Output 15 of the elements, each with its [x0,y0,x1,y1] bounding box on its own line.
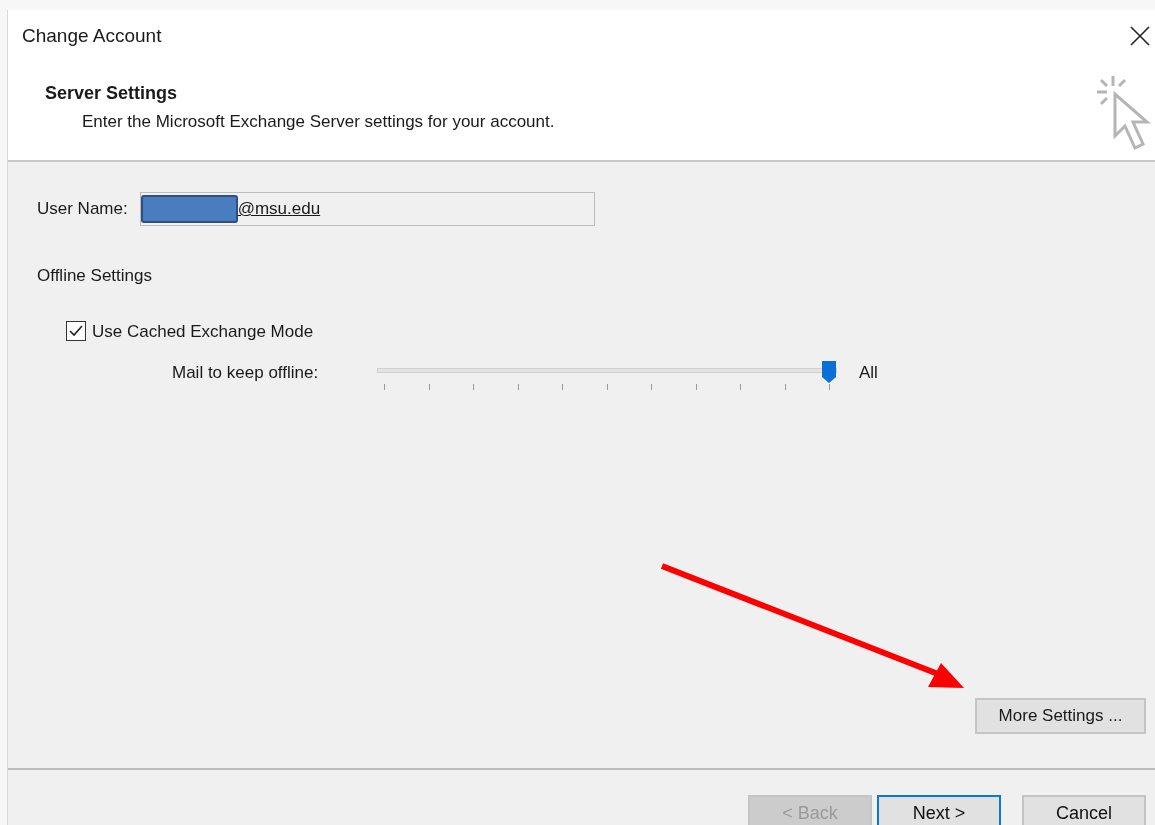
dialog-button[interactable]: Cancel [1022,795,1146,825]
more-settings-button[interactable]: More Settings ... [975,698,1146,734]
section-title: Server Settings [45,82,179,105]
slider-thumb[interactable] [822,361,836,383]
close-icon[interactable] [1129,25,1151,47]
slider-label: Mail to keep offline: [172,362,320,384]
cached-mode-checkbox[interactable]: Use Cached Exchange Mode [66,318,314,344]
offline-settings-heading: Offline Settings [37,265,153,287]
mail-offline-slider[interactable] [377,358,837,392]
window-title: Change Account [22,23,162,48]
user-name-label: User Name: [37,198,128,221]
slider-reading: All [859,362,878,384]
section-description: Enter the Microsoft Exchange Server settings for your account. [81,111,555,133]
dialog-button[interactable]: Next > [877,795,1001,825]
user-name-field[interactable]: @msu.edu [139,192,595,226]
